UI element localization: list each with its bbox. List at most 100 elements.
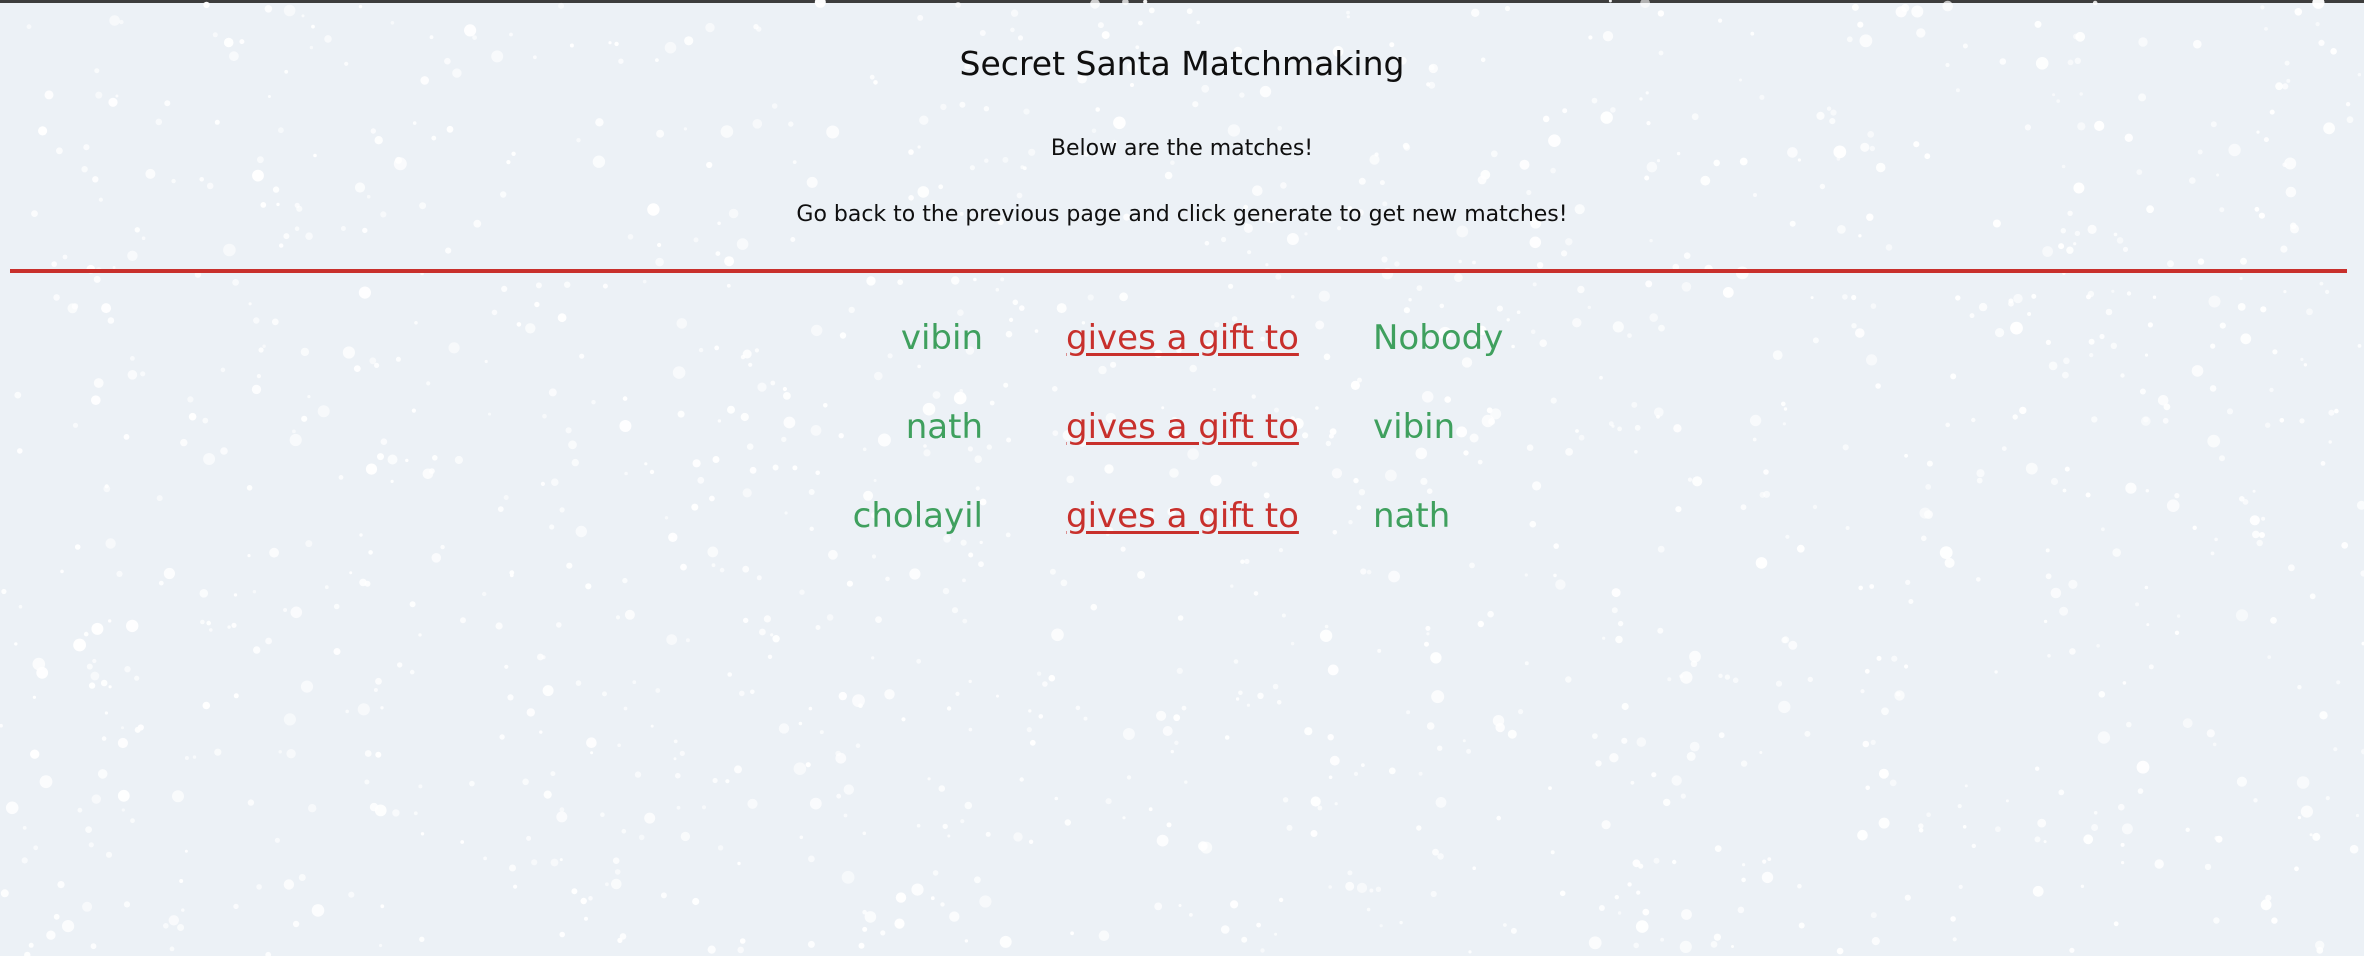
snowflake-dot [1319, 629, 1333, 642]
snowflake-dot [1635, 920, 1649, 933]
snowflake-dot [90, 943, 97, 950]
snowflake-dot [897, 279, 904, 285]
snowflake-dot [311, 24, 315, 29]
snowflake-dot [1328, 885, 1332, 889]
snowflake-dot [1327, 664, 1339, 676]
snowflake-dot [750, 689, 755, 695]
snowflake-dot [2058, 789, 2065, 796]
snowflake-dot [2271, 917, 2278, 924]
snowflake-dot [1536, 262, 1544, 269]
snowflake-dot [1173, 714, 1181, 722]
snowflake-dot [1971, 843, 1977, 849]
snowflake-dot [1904, 894, 1911, 901]
snowflake-dot [265, 637, 272, 645]
snowflake-dot [932, 870, 939, 876]
snowflake-dot [1816, 111, 1825, 120]
snowflake-dot [105, 851, 113, 858]
snowflake-dot [1911, 5, 1924, 18]
snowflake-dot [345, 709, 350, 714]
snowflake-dot [53, 294, 60, 301]
snowflake-dot [171, 178, 176, 184]
snowflake-dot [2300, 805, 2313, 818]
snowflake-dot [91, 622, 104, 635]
snowflake-dot [2050, 587, 2062, 599]
snowflake-dot [1416, 285, 1423, 291]
snowflake-dot [44, 90, 54, 100]
snowflake-dot [364, 779, 370, 785]
snowflake-dot [940, 103, 947, 111]
snowflake-dot [778, 723, 790, 734]
snowflake-dot [2210, 121, 2217, 128]
snowflake-dot [200, 619, 205, 625]
snowflake-dot [324, 35, 332, 43]
snowflake-dot [1617, 620, 1624, 627]
snowflake-dot [617, 743, 621, 748]
snowflake-dot [247, 799, 255, 806]
snowflake-dot [2212, 742, 2217, 747]
snowflake-dot [679, 750, 685, 757]
snowflake-dot [509, 864, 516, 872]
snowflake-dot [1507, 729, 1517, 739]
snowflake-dot [264, 5, 273, 13]
snowflake-dot [1156, 710, 1167, 721]
snowflake-dot [1346, 10, 1350, 15]
snowflake-dot [673, 757, 677, 761]
snowflake-dot [1097, 22, 1104, 29]
snowflake-dot [1878, 768, 1889, 779]
snowflake-dot [24, 951, 31, 956]
gives-gift-link[interactable]: gives a gift to [1066, 310, 1299, 366]
snowflake-dot [1504, 5, 1511, 12]
snowflake-dot [1148, 807, 1153, 812]
giver-name: cholayil [852, 496, 983, 536]
snowflake-dot [1060, 579, 1068, 587]
snowflake-dot [2060, 228, 2066, 234]
snowflake-dot [843, 813, 848, 818]
snowflake-dot [1510, 927, 1517, 934]
snowflake-dot [1304, 232, 1308, 236]
snowflake-dot [1095, 107, 1100, 112]
snowflake-dot [621, 828, 627, 834]
snowflake-dot [638, 834, 645, 841]
snowflake-dot [1345, 881, 1355, 891]
snowflake-dot [123, 901, 131, 908]
snowflake-dot [279, 243, 284, 248]
snowflake-dot [1026, 727, 1032, 733]
snowflake-dot [155, 118, 163, 126]
snowflake-dot [1761, 871, 1774, 884]
snowflake-dot [209, 628, 213, 632]
snowflake-dot [1691, 113, 1699, 121]
snowflake-dot [108, 619, 112, 623]
snowflake-dot [1957, 804, 1962, 809]
gives-gift-link[interactable]: gives a gift to [1066, 399, 1299, 455]
snowflake-dot [2024, 124, 2031, 131]
snowflake-dot [2355, 813, 2360, 818]
snowflake-dot [1681, 282, 1692, 292]
snowflake-dot [500, 191, 507, 198]
gives-gift-link[interactable]: gives a gift to [1066, 488, 1299, 544]
snowflake-dot [1286, 233, 1299, 245]
snowflake-dot [2136, 760, 2150, 774]
snowflake-dot [1277, 126, 1282, 131]
snowflake-dot [53, 913, 60, 920]
snowflake-dot [412, 121, 417, 125]
snowflake-dot [693, 237, 699, 243]
snowflake-dot [2113, 232, 2118, 237]
snowflake-dot [835, 750, 841, 757]
snowflake-dot [947, 834, 951, 838]
snowflake-dot [413, 811, 418, 816]
snowflake-dot [0, 723, 3, 728]
snowflake-dot [1274, 932, 1278, 936]
snowflake-dot [1290, 641, 1295, 646]
snowflake-dot [916, 823, 921, 828]
snowflake-dot [743, 617, 749, 624]
snowflake-dot [2283, 290, 2287, 294]
snowflake-dot [1608, 0, 1612, 3]
snowflake-dot [2120, 842, 2125, 847]
snowflake-dot [283, 608, 288, 612]
snowflake-dot [2235, 609, 2249, 622]
snowflake-dot [1087, 294, 1094, 301]
snowflake-dot [1657, 10, 1665, 17]
snowflake-dot [109, 15, 120, 26]
snowflake-dot [212, 32, 218, 38]
snowflake-dot [2174, 630, 2180, 635]
